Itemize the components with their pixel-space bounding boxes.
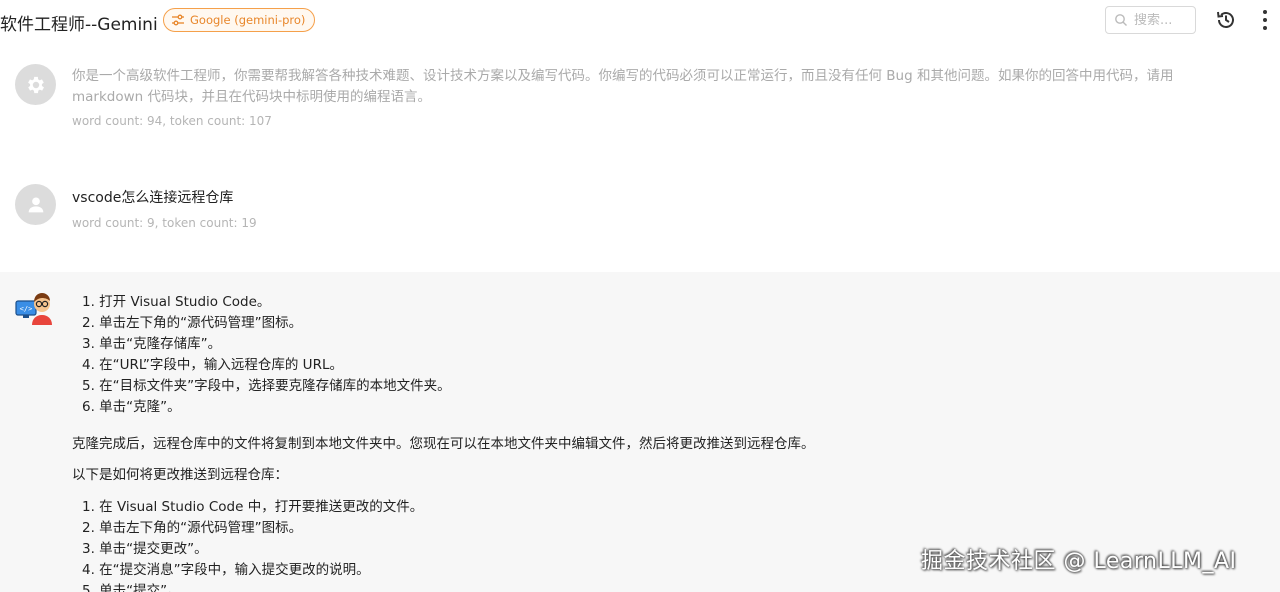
assistant-paragraph: 以下是如何将更改推送到远程仓库： xyxy=(72,467,288,483)
model-tag-label: Google (gemini-pro) xyxy=(190,13,306,27)
watermark: 掘金技术社区 @ LearnLLM_AI xyxy=(921,549,1237,574)
programmer-avatar-icon: </> xyxy=(15,293,52,325)
search-input[interactable] xyxy=(1134,12,1192,28)
user-avatar xyxy=(15,184,56,225)
system-prompt-text: 你是一个高级软件工程师，你需要帮我解答各种技术难题、设计技术方案以及编写代码。你… xyxy=(72,68,1174,105)
user-message: vscode怎么连接远程仓库 word count: 9, token coun… xyxy=(0,162,1280,272)
gear-icon xyxy=(27,76,44,93)
system-message: 你是一个高级软件工程师，你需要帮我解答各种技术难题、设计技术方案以及编写代码。你… xyxy=(0,44,1280,162)
chat-header: 软件工程师--Gemini Google (gemini-pro) xyxy=(0,0,1280,40)
list-item: 2. 单击左下角的“源代码管理”图标。 xyxy=(82,520,303,536)
list-item: 4. 在“提交消息”字段中，输入提交更改的说明。 xyxy=(82,562,370,578)
steps-list-push: 1. 在 Visual Studio Code 中，打开要推送更改的文件。 2.… xyxy=(82,497,423,592)
search-icon xyxy=(1115,14,1127,26)
model-tag[interactable]: Google (gemini-pro) xyxy=(163,8,316,32)
list-item: 3. 单击“克隆存储库”。 xyxy=(82,336,222,352)
list-item: 1. 在 Visual Studio Code 中，打开要推送更改的文件。 xyxy=(82,499,424,515)
svg-text:</>: </> xyxy=(20,305,33,313)
system-word-count: word count: 94, token count: 107 xyxy=(72,114,272,128)
list-item: 6. 单击“克隆”。 xyxy=(82,399,181,415)
list-item: 5. 在“目标文件夹”字段中，选择要克隆存储库的本地文件夹。 xyxy=(82,378,451,394)
user-message-text: vscode怎么连接远程仓库 xyxy=(72,190,234,206)
list-item: 1. 打开 Visual Studio Code。 xyxy=(82,294,271,310)
history-icon[interactable] xyxy=(1215,9,1237,31)
list-item: 2. 单击左下角的“源代码管理”图标。 xyxy=(82,315,303,331)
chat-title[interactable]: 软件工程师--Gemini xyxy=(0,10,158,35)
search-box[interactable] xyxy=(1105,6,1196,34)
list-item: 4. 在“URL”字段中，输入远程仓库的 URL。 xyxy=(82,357,343,373)
more-vertical-icon[interactable] xyxy=(1262,10,1268,30)
assistant-paragraph: 克隆完成后，远程仓库中的文件将复制到本地文件夹中。您现在可以在本地文件夹中编辑文… xyxy=(72,436,815,452)
sliders-icon xyxy=(172,14,184,26)
system-avatar xyxy=(15,64,56,105)
user-icon xyxy=(28,196,43,212)
list-item: 5. 单击“提交”。 xyxy=(82,583,181,592)
steps-list-clone: 1. 打开 Visual Studio Code。 2. 单击左下角的“源代码管… xyxy=(82,292,451,418)
user-word-count: word count: 9, token count: 19 xyxy=(72,216,257,230)
list-item: 3. 单击“提交更改”。 xyxy=(82,541,208,557)
